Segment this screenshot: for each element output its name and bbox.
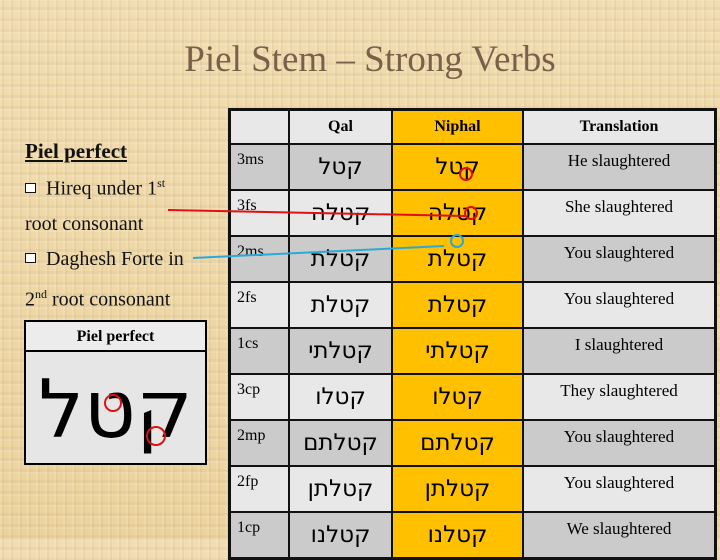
header-niphal: Niphal xyxy=(391,108,524,145)
header-translation: Translation xyxy=(522,108,717,145)
piel-perfect-box: Piel perfect קטל xyxy=(24,320,207,465)
table-row: 1cp קטלנו קטלנו We slaughtered xyxy=(228,511,717,560)
square-bullet-icon xyxy=(25,182,36,193)
square-bullet-icon xyxy=(25,252,36,263)
table-row: 3cp קטלו קטלו They slaughtered xyxy=(228,373,717,421)
table-row: 3ms קטל קטל He slaughtered xyxy=(228,143,717,191)
table-row: 2fp קטלתן קטלתן You slaughtered xyxy=(228,465,717,513)
bullet-hireq-cont: root consonant xyxy=(25,212,144,235)
table-row: 1cs קטלתי קטלתי I slaughtered xyxy=(228,327,717,375)
piel-box-label: Piel perfect xyxy=(26,322,205,352)
slide-title: Piel Stem – Strong Verbs xyxy=(184,39,556,80)
conjugation-table: Qal Niphal Translation 3ms קטל קטל He slaug… xyxy=(228,108,717,560)
bullet-daghesh-cont: 2nd root consonant xyxy=(25,286,171,311)
piel-box-word-area: קטל xyxy=(26,352,205,463)
notes-heading: Piel perfect xyxy=(25,139,128,163)
notes-panel: Piel perfect Hireq under 1st root conson… xyxy=(25,136,225,317)
table-header-row: Qal Niphal Translation xyxy=(228,108,717,145)
bullet-daghesh: Daghesh Forte in xyxy=(25,242,225,277)
piel-word: קטל xyxy=(38,363,193,456)
table-row: 2fs קטלת קטלת You slaughtered xyxy=(228,281,717,329)
header-qal: Qal xyxy=(288,108,393,145)
table-row: 2ms קטלת קטלת You slaughtered xyxy=(228,235,717,283)
bullet-hireq: Hireq under 1st xyxy=(25,166,225,207)
table-row: 2mp קטלתם קטלתם You slaughtered xyxy=(228,419,717,467)
table-row: 3fs קטלה קטלה She slaughtered xyxy=(228,189,717,237)
header-pgn xyxy=(228,108,290,145)
